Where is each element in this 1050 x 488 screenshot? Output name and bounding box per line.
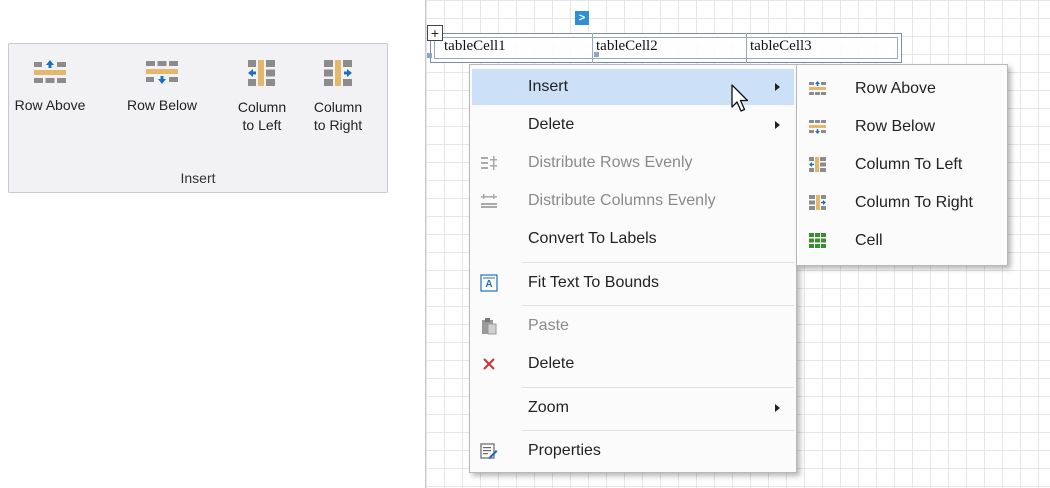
menu-item-label: Insert: [528, 78, 569, 95]
row-above-icon: [809, 81, 826, 95]
row-below-icon: [809, 120, 826, 134]
menu-item-convert-to-labels[interactable]: Convert To Labels: [472, 221, 794, 257]
delete-x-icon: [483, 358, 495, 370]
ribbon-row-above-label: Row Above: [14, 97, 86, 113]
column-left-icon: [809, 157, 826, 172]
column-right-icon: [809, 195, 826, 210]
column-left-icon: [248, 60, 275, 86]
menu-item-distribute-columns[interactable]: Distribute Columns Evenly: [472, 183, 794, 219]
cell-divider: [746, 33, 747, 63]
submenu-arrow-icon: [775, 83, 780, 91]
menu-item-label: Distribute Columns Evenly: [528, 192, 716, 209]
row-below-icon: [146, 61, 178, 84]
menu-separator: [522, 262, 794, 263]
properties-icon: [480, 443, 498, 459]
menu-separator: [522, 430, 794, 431]
menu-separator: [522, 305, 794, 306]
row-above-icon: [34, 60, 66, 83]
ribbon-row-below-button[interactable]: Row Below: [125, 52, 199, 164]
submenu-arrow-icon: [775, 121, 780, 129]
ribbon-row-below-label: Row Below: [126, 97, 198, 113]
ribbon-insert-group: Row Above Row Below Column to Left Colum…: [8, 43, 388, 193]
submenu-item-label: Column To Right: [855, 194, 973, 211]
insert-submenu: Row Above Row Below Column To Left Colum…: [796, 64, 1008, 266]
fit-text-icon: A: [480, 274, 498, 292]
context-menu: Insert Delete Distribute Rows Evenly Dis…: [469, 64, 797, 473]
menu-item-label: Delete: [528, 355, 575, 372]
table-cell[interactable]: tableCell3: [750, 38, 812, 55]
ribbon-column-right-label: Column to Right: [313, 99, 363, 133]
mouse-cursor-icon: [731, 84, 749, 112]
menu-item-delete[interactable]: Delete: [472, 346, 794, 382]
submenu-item-cell[interactable]: Cell: [799, 222, 1005, 260]
submenu-item-column-right[interactable]: Column To Right: [799, 184, 1005, 222]
menu-item-label: Zoom: [528, 399, 569, 416]
paste-icon: [482, 318, 497, 335]
move-handle-icon[interactable]: +: [427, 25, 443, 41]
submenu-item-label: Row Above: [855, 80, 936, 97]
table-cell[interactable]: tableCell1: [444, 38, 506, 55]
ribbon-column-left-button[interactable]: Column to Left: [225, 52, 299, 164]
submenu-item-label: Row Below: [855, 118, 936, 135]
distribute-columns-icon: [481, 194, 497, 208]
menu-item-label: Fit Text To Bounds: [528, 274, 660, 291]
distribute-rows-icon: [481, 156, 497, 170]
table-cell[interactable]: tableCell2: [596, 38, 658, 55]
ribbon-column-left-label: Column to Left: [237, 99, 287, 133]
menu-item-distribute-rows[interactable]: Distribute Rows Evenly: [472, 145, 794, 181]
ribbon-row-above-button[interactable]: Row Above: [13, 52, 87, 164]
smart-tag-button[interactable]: >: [575, 11, 589, 25]
submenu-item-column-left[interactable]: Column To Left: [799, 146, 1005, 184]
menu-item-paste[interactable]: Paste: [472, 308, 794, 344]
menu-item-label: Delete: [528, 116, 575, 133]
ribbon-column-right-button[interactable]: Column to Right: [301, 52, 375, 164]
submenu-arrow-icon: [775, 404, 780, 412]
selection-handle[interactable]: [427, 53, 432, 58]
submenu-item-label: Column To Left: [855, 156, 963, 173]
column-right-icon: [324, 60, 352, 86]
submenu-item-label: Cell: [855, 232, 883, 249]
submenu-item-row-above[interactable]: Row Above: [799, 70, 1005, 108]
menu-item-label: Paste: [528, 317, 569, 334]
ribbon-group-label: Insert: [180, 170, 216, 186]
menu-item-fit-text-to-bounds[interactable]: A Fit Text To Bounds: [472, 265, 794, 301]
menu-item-label: Convert To Labels: [528, 230, 657, 247]
menu-separator: [522, 387, 794, 388]
submenu-item-row-below[interactable]: Row Below: [799, 108, 1005, 146]
menu-item-zoom[interactable]: Zoom: [472, 390, 794, 426]
cell-icon: [809, 233, 826, 248]
menu-item-label: Distribute Rows Evenly: [528, 154, 693, 171]
menu-item-properties[interactable]: Properties: [472, 433, 794, 469]
menu-item-label: Properties: [528, 442, 601, 459]
cell-divider: [592, 33, 593, 63]
svg-text:A: A: [485, 279, 492, 290]
